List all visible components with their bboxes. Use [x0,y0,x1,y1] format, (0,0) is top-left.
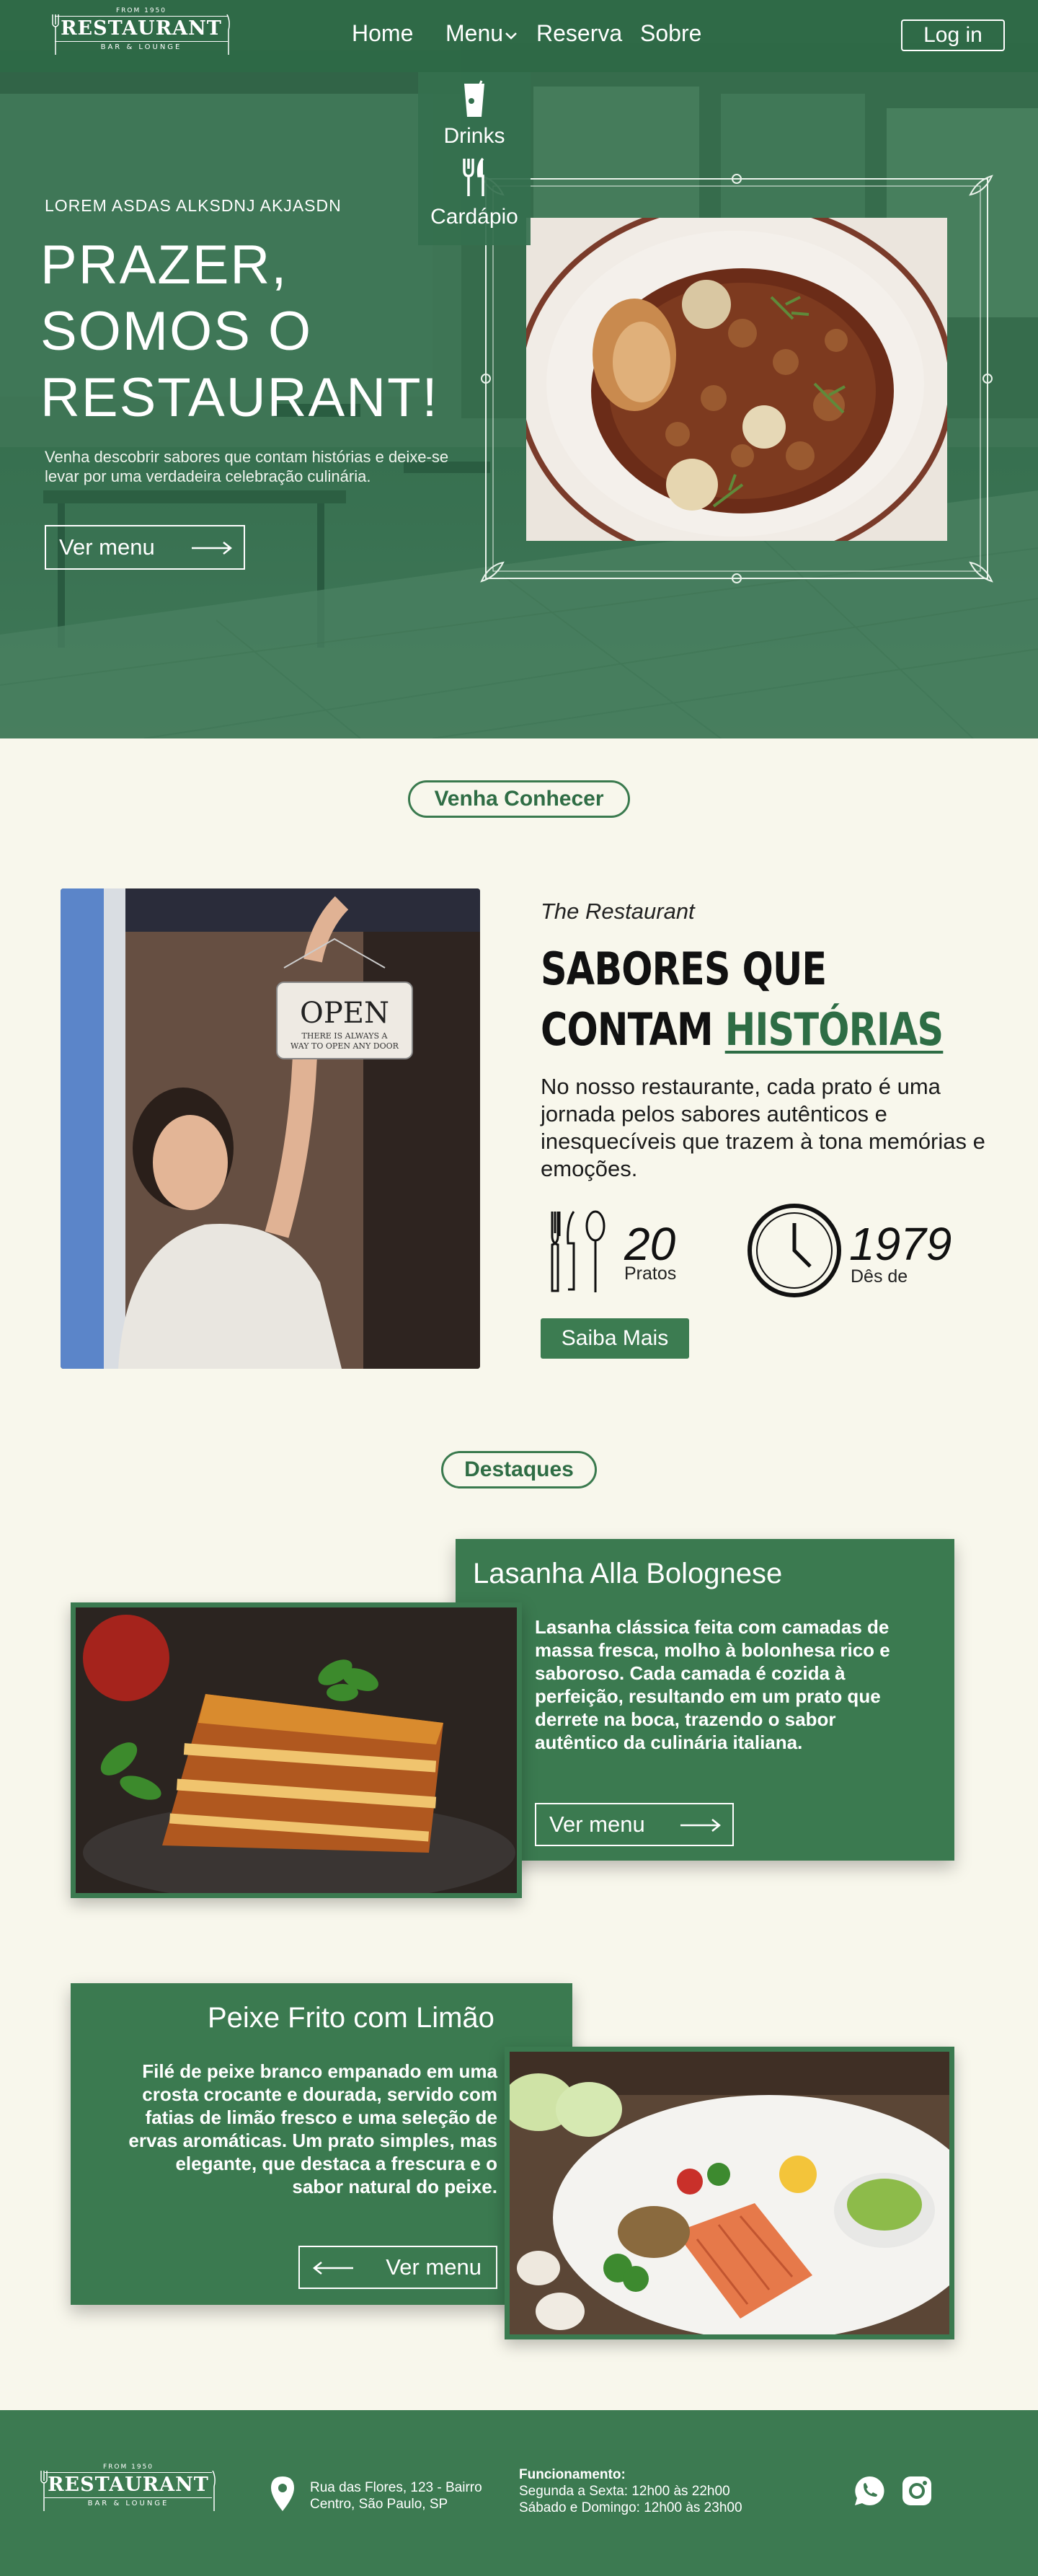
highlight-description: Lasanha clássica feita com camadas de ma… [535,1616,890,1753]
hours-line: Segunda a Sexta: 12h00 às 22h00 [519,2484,730,2499]
dropdown-label-cardapio: Cardápio [430,205,518,229]
logo-divider [55,40,228,42]
stat-dishes-label: Pratos [624,1263,677,1284]
hours-line: Sábado e Domingo: 12h00 às 23h00 [519,2500,742,2515]
dropdown-item-drinks[interactable]: Drinks [418,72,531,156]
brand-name: RESTAURANT [48,2474,209,2496]
dropdown-label-drinks: Drinks [443,124,505,148]
highlight-description: Filé de peixe branco empanado em uma cro… [128,2060,497,2197]
top-navbar: FROM 1950 RESTAURANT BAR & LOUNGE Home M… [0,0,1038,72]
instagram-icon[interactable] [900,2474,934,2508]
button-label: Ver menu [59,534,155,560]
footer-hours: Funcionamento: Segunda a Sexta: 12h00 às… [519,2466,742,2516]
lasanha-ver-menu-button[interactable]: Ver menu [535,1803,734,1846]
hero-dish-photo [526,218,947,541]
brand-since: FROM 1950 [102,2463,154,2471]
location-pin-icon [271,2476,294,2511]
fork-icon [40,2471,48,2511]
about-description: No nosso restaurante, cada prato é uma j… [541,1074,985,1181]
knife-icon [212,2471,216,2511]
lasanha-photo [71,1602,522,1898]
sign-open-text: OPEN [300,997,389,1030]
footer-address: Rua das Flores, 123 - Bairro Centro, São… [310,2479,482,2513]
hours-title: Funcionamento: [519,2467,626,2482]
nav-menu-label: Menu [445,20,504,46]
arrow-left-icon [312,2262,353,2275]
footer: FROM 1950 RESTAURANT BAR & LOUNGE Rua da… [0,2410,1038,2576]
button-label: Ver menu [386,2254,482,2280]
logo-divider [55,16,228,17]
hero-title-line: RESTAURANT! [40,367,439,428]
destaques-badge: Destaques [441,1451,597,1488]
stat-year-label: Dês de [851,1266,908,1287]
stat-year-value: 1979 [849,1218,952,1270]
nav-sobre[interactable]: Sobre [640,20,701,47]
hero-ver-menu-button[interactable]: Ver menu [45,525,245,570]
brand-name: RESTAURANT [61,17,222,40]
clock-icon [748,1204,841,1297]
saiba-mais-button[interactable]: Saiba Mais [541,1318,689,1359]
hero-description: Venha descobrir sabores que contam histó… [45,448,449,485]
brand-logo[interactable]: FROM 1950 RESTAURANT BAR & LOUNGE [48,7,235,65]
fork-knife-icon [463,157,484,196]
arrow-right-icon [680,1819,722,1832]
highlight-title: Peixe Frito com Limão [208,2002,494,2034]
logo-divider [45,2472,212,2473]
address-line: Rua das Flores, 123 - Bairro [310,2480,482,2495]
footer-brand-logo[interactable]: FROM 1950 RESTAURANT BAR & LOUNGE [37,2463,219,2521]
highlight-title: Lasanha Alla Bolognese [473,1558,783,1589]
hero-kicker: LOREM ASDAS ALKSDNJ AKJASDN [45,196,342,215]
whatsapp-icon[interactable] [852,2474,887,2508]
dropdown-item-cardapio[interactable]: Cardápio [418,157,531,245]
hero-title: PRAZER, SOMOS O RESTAURANT! [40,232,502,431]
about-title-line: SABORES QUE [541,943,827,995]
about-kicker: The Restaurant [541,899,695,924]
brand-since: FROM 1950 [115,7,167,14]
about-title-highlight: HISTÓRIAS [724,1003,944,1056]
about-title-part: CONTAM [541,1003,725,1056]
peixe-ver-menu-button[interactable]: Ver menu [298,2246,497,2289]
address-line: Centro, São Paulo, SP [310,2497,448,2512]
venha-conhecer-badge: Venha Conhecer [408,780,630,818]
drink-glass-icon [464,80,484,117]
logo-divider [45,2497,212,2498]
restaurant-open-sign-photo: OPEN THERE IS ALWAYS A WAY TO OPEN ANY D… [61,888,480,1369]
brand-tagline: BAR & LOUNGE [100,43,182,51]
stat-dishes-value: 20 [624,1218,676,1270]
knife-icon [226,14,230,55]
fork-icon [52,14,59,55]
menu-dropdown: Drinks Cardápio [418,72,531,245]
cutlery-icon [551,1210,606,1292]
button-label: Ver menu [549,1812,645,1837]
nav-home[interactable]: Home [352,20,413,47]
login-button[interactable]: Log in [901,19,1005,51]
chevron-down-icon [505,32,517,40]
nav-menu[interactable]: Menu [445,20,518,47]
sign-subtext: WAY TO OPEN ANY DOOR [290,1041,399,1051]
brand-tagline: BAR & LOUNGE [87,2499,169,2507]
nav-reserva[interactable]: Reserva [536,20,622,47]
about-title: SABORES QUE CONTAM HISTÓRIAS [541,939,944,1060]
peixe-photo [505,2047,954,2339]
arrow-right-icon [192,542,233,555]
about-title-line: CONTAM HISTÓRIAS [541,1000,944,1060]
hero-title-line: SOMOS O [40,301,313,362]
sign-subtext: THERE IS ALWAYS A [302,1031,389,1041]
